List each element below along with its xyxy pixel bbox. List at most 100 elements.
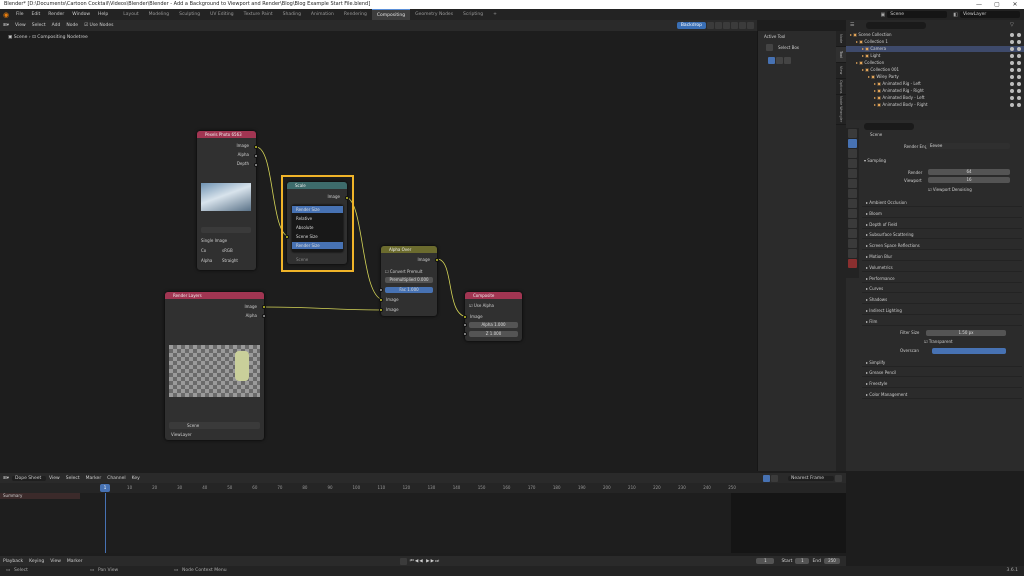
select-mode-new-icon[interactable]: [768, 57, 775, 64]
outliner-item-icon[interactable]: ▸ ▣: [846, 102, 882, 107]
camera-icon[interactable]: [1017, 61, 1021, 65]
only-selected-icon[interactable]: [763, 474, 770, 482]
outliner-search-input[interactable]: [866, 22, 926, 29]
image-node-header[interactable]: Pexels Photo 6563: [197, 131, 256, 138]
eye-icon[interactable]: [1010, 68, 1014, 72]
properties-panel-header[interactable]: ▸ Indirect Lighting: [862, 307, 1022, 315]
premultiplied-field[interactable]: Premultiplied 0.000: [385, 277, 433, 283]
camera-icon[interactable]: [1017, 103, 1021, 107]
render-engine-select[interactable]: Eevee: [926, 143, 1010, 149]
frame-ruler[interactable]: 0102030405060708090100110120130140150160…: [0, 483, 846, 493]
image-input-socket-2[interactable]: [379, 308, 383, 312]
scene-tab-icon[interactable]: [848, 169, 857, 178]
render-tab-icon[interactable]: [848, 139, 857, 148]
timeline-menu-view[interactable]: View: [46, 476, 63, 481]
outliner-row[interactable]: ▸ ▣ Scene Collection: [846, 32, 1024, 38]
menu-playback[interactable]: Playback: [0, 559, 26, 564]
properties-panel-header[interactable]: ▸ Grease Pencil: [862, 369, 1022, 378]
properties-panel-header[interactable]: ▸ Bloom: [862, 210, 1022, 218]
outliner-row[interactable]: ▸ ▣ Animated Rig - Left: [846, 81, 1024, 87]
eye-icon[interactable]: [1010, 75, 1014, 79]
outliner-item-icon[interactable]: ▸ ▣: [846, 81, 882, 86]
outliner-item-icon[interactable]: ▸ ▣: [846, 39, 864, 44]
dropdown-option-absolute[interactable]: Absolute: [292, 224, 313, 231]
eye-icon[interactable]: [1010, 89, 1014, 93]
render-layers-node[interactable]: Render Layers Image Alpha Scene ViewLaye…: [165, 292, 266, 440]
image-input-socket-1[interactable]: [379, 298, 383, 302]
transport-controls[interactable]: ⏮◀◀ ▶▶⏭: [407, 558, 443, 564]
properties-panel-header[interactable]: ▸ Motion Blur: [862, 253, 1022, 261]
outliner-row[interactable]: ▸ ▣ Wiley Party: [846, 74, 1024, 80]
start-frame-field[interactable]: 1: [795, 558, 810, 564]
outliner-item-icon[interactable]: ▸ ▣: [846, 74, 876, 79]
image-node[interactable]: Pexels Photo 6563 Image Alpha Depth Sing…: [197, 131, 258, 270]
view-layer-tab-icon[interactable]: [848, 159, 857, 168]
scale-node-header[interactable]: Scale: [287, 182, 347, 189]
scale-input-socket[interactable]: [285, 235, 289, 239]
image-output-socket[interactable]: [254, 145, 258, 149]
composite-node-header[interactable]: Composite: [465, 292, 522, 299]
visibility-icons[interactable]: [1010, 46, 1021, 51]
menu-keying[interactable]: Keying: [26, 559, 47, 564]
active-tool-header[interactable]: Active Tool: [764, 34, 785, 39]
visibility-icons[interactable]: [1010, 67, 1021, 72]
modifier-tab-icon[interactable]: [848, 209, 857, 218]
visibility-icons[interactable]: [1010, 60, 1021, 65]
playbar-menu-view[interactable]: View: [47, 559, 64, 564]
visibility-icons[interactable]: [1010, 81, 1021, 86]
image-datablock-selector[interactable]: [201, 227, 251, 233]
dropdown-option-relative[interactable]: Relative: [292, 215, 312, 222]
tab-options[interactable]: Options: [836, 79, 846, 95]
outliner-item-icon[interactable]: ▸ ▣: [846, 88, 882, 93]
dropdown-option-render-size[interactable]: Render Size: [292, 206, 343, 213]
select-mode-extend-icon[interactable]: [776, 57, 783, 64]
properties-panel-header[interactable]: ▸ Ambient Occlusion: [862, 199, 1022, 207]
visibility-icons[interactable]: [1010, 32, 1021, 37]
outliner-item-icon[interactable]: ▸ ▣: [846, 67, 870, 72]
visibility-icons[interactable]: [1010, 88, 1021, 93]
current-frame-field[interactable]: 1: [756, 558, 775, 564]
tab-node-wrangler[interactable]: Node Wrangler: [836, 95, 846, 125]
properties-panel-header[interactable]: ▸ Curves: [862, 285, 1022, 294]
timeline-menu-select[interactable]: Select: [63, 476, 83, 481]
tab-node[interactable]: Node: [836, 31, 846, 47]
eye-icon[interactable]: [1010, 96, 1014, 100]
depth-output-socket[interactable]: [254, 163, 258, 167]
timeline-menu-key[interactable]: Key: [129, 476, 143, 481]
eye-icon[interactable]: [1010, 47, 1014, 51]
composite-image-input-socket[interactable]: [463, 315, 467, 319]
snap-mode-select[interactable]: Nearest Frame: [788, 475, 834, 481]
camera-icon[interactable]: [1017, 40, 1021, 44]
properties-panel-header[interactable]: ▸ Film: [862, 318, 1022, 326]
camera-icon[interactable]: [1017, 96, 1021, 100]
dopesheet-mode-select[interactable]: Dope Sheet: [12, 475, 47, 481]
fac-input-socket[interactable]: [379, 288, 383, 292]
render-alpha-output-socket[interactable]: [262, 314, 266, 318]
select-mode-subtract-icon[interactable]: [784, 57, 791, 64]
eye-icon[interactable]: [1010, 33, 1014, 37]
eye-icon[interactable]: [1010, 54, 1014, 58]
composite-node[interactable]: Composite ☑ Use Alpha Image Alpha 1.000 …: [463, 292, 522, 341]
outliner-row[interactable]: ▸ ▣ Animated Body - Left: [846, 95, 1024, 101]
visibility-icons[interactable]: [1010, 102, 1021, 107]
visibility-icons[interactable]: [1010, 95, 1021, 100]
alpha-over-output-socket[interactable]: [435, 258, 439, 262]
timeline-menu-channel[interactable]: Channel: [104, 476, 128, 481]
outliner-item-icon[interactable]: ▸ ▣: [846, 95, 882, 100]
outliner-item-icon[interactable]: ▸ ▣: [846, 46, 870, 51]
timeline-menu-marker[interactable]: Marker: [83, 476, 105, 481]
tab-tool[interactable]: Tool: [836, 47, 846, 63]
camera-icon[interactable]: [1017, 54, 1021, 58]
visibility-icons[interactable]: [1010, 39, 1021, 44]
outliner-row[interactable]: ▸ ▣ Collection 001: [846, 67, 1024, 73]
camera-icon[interactable]: [1017, 47, 1021, 51]
particles-tab-icon[interactable]: [848, 219, 857, 228]
filter-size-field[interactable]: 1.50 px: [926, 329, 1006, 336]
eye-icon[interactable]: [1010, 82, 1014, 86]
scene-selector-field[interactable]: Scene: [169, 422, 260, 429]
outliner-item-icon[interactable]: ▸ ▣: [846, 32, 858, 37]
dopesheet-area[interactable]: Summary: [0, 493, 846, 553]
camera-icon[interactable]: [1017, 33, 1021, 37]
render-layers-node-header[interactable]: Render Layers: [165, 292, 264, 299]
dopesheet-editor-icon[interactable]: ⊞▾: [0, 476, 12, 481]
